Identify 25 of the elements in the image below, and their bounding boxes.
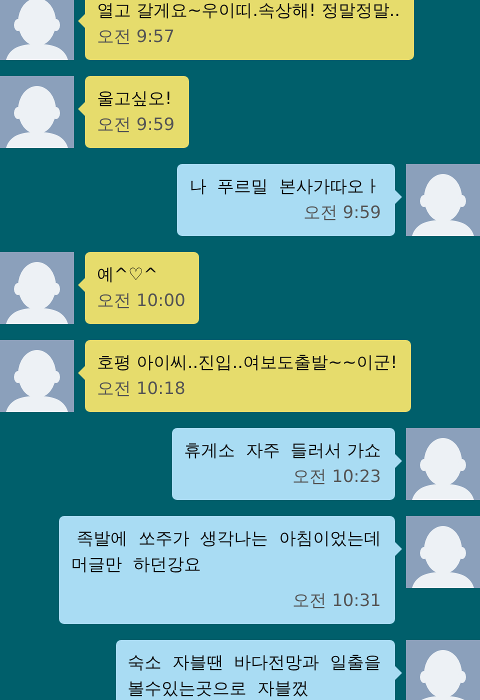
message-text: 휴게소 자주 들러서 가쇼 xyxy=(184,440,381,463)
message-time: 오전 9:57 xyxy=(97,26,175,49)
message-text: 나 푸르밀 본사가따오ㅏ xyxy=(189,176,381,199)
avatar-icon xyxy=(0,76,74,148)
message-text: 볼수있는곳으로 자블껐 xyxy=(128,678,308,700)
message-text: 열고 갈게요~우이띠.속상해! 정말정말.. xyxy=(97,0,400,23)
message-time: 오전 10:00 xyxy=(97,290,186,313)
message-text: 숙소 자블땐 바다전망과 일출을 xyxy=(128,652,381,675)
message-text: 족발에 쏘주가 생각나는 아침이었는데 xyxy=(76,528,381,551)
avatar-icon xyxy=(406,428,480,500)
message-text: 호평 아이씨..진입..여보도출발~~이군! xyxy=(97,352,398,375)
message-text: 울고싶오! xyxy=(97,88,172,111)
message-time: 오전 9:59 xyxy=(97,114,175,137)
avatar-icon xyxy=(0,252,74,324)
message-time: 오전 10:18 xyxy=(97,378,186,401)
avatar-icon xyxy=(406,640,480,700)
avatar-icon xyxy=(406,516,480,588)
avatar-icon xyxy=(0,340,74,412)
message-time: 오전 10:23 xyxy=(292,466,381,489)
avatar-icon xyxy=(406,164,480,236)
message-time: 오전 10:31 xyxy=(292,590,381,613)
avatar-icon xyxy=(0,0,74,60)
message-time: 오전 9:59 xyxy=(303,202,381,225)
message-text: 머글만 하던강요 xyxy=(71,554,201,577)
message-text: 예^♡^ xyxy=(97,264,158,287)
